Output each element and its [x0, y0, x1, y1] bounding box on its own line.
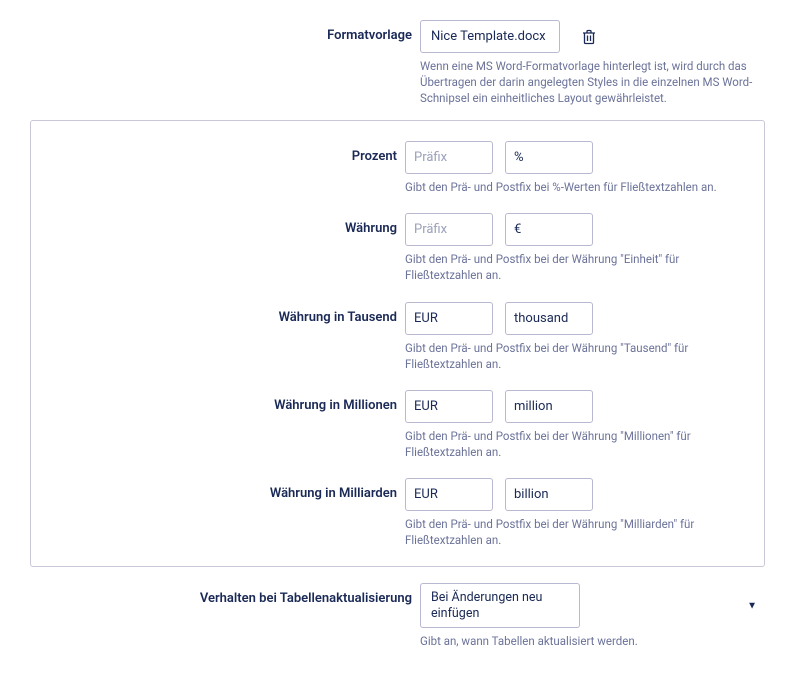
currency-billion-prefix-input[interactable]	[405, 478, 493, 511]
currency-billion-postfix-input[interactable]	[505, 478, 593, 511]
percent-prefix-input[interactable]	[405, 141, 493, 174]
template-help: Wenn eine MS Word-Formatvorlage hinterle…	[420, 58, 760, 106]
currency-million-label: Währung in Millionen	[31, 390, 405, 413]
currency-million-prefix-input[interactable]	[405, 390, 493, 423]
currency-postfix-input[interactable]	[505, 213, 593, 246]
currency-million-help: Gibt den Prä- und Postfix bei der Währun…	[405, 428, 745, 460]
currency-prefix-input[interactable]	[405, 213, 493, 246]
percent-label: Prozent	[31, 141, 405, 164]
table-update-help: Gibt an, wann Tabellen aktualisiert werd…	[420, 633, 760, 649]
currency-format-group: Prozent Gibt den Prä- und Postfix bei %-…	[30, 120, 765, 567]
percent-postfix-input[interactable]	[505, 141, 593, 174]
currency-thousand-label: Währung in Tausend	[31, 302, 405, 325]
currency-label: Währung	[31, 213, 405, 236]
chevron-down-icon: ▼	[747, 600, 757, 611]
template-label: Formatvorlage	[30, 20, 420, 43]
currency-thousand-prefix-input[interactable]	[405, 302, 493, 335]
currency-thousand-postfix-input[interactable]	[505, 302, 593, 335]
currency-million-postfix-input[interactable]	[505, 390, 593, 423]
currency-thousand-help: Gibt den Prä- und Postfix bei der Währun…	[405, 340, 745, 372]
table-update-label: Verhalten bei Tabellenaktualisierung	[30, 583, 420, 606]
percent-help: Gibt den Prä- und Postfix bei %-Werten f…	[405, 179, 745, 195]
currency-billion-label: Währung in Milliarden	[31, 478, 405, 501]
currency-help: Gibt den Prä- und Postfix bei der Währun…	[405, 251, 745, 283]
currency-billion-help: Gibt den Prä- und Postfix bei der Währun…	[405, 516, 745, 548]
trash-icon[interactable]	[582, 29, 596, 45]
table-update-select[interactable]: Bei Änderungen neu einfügen	[420, 583, 580, 628]
template-file-display[interactable]: Nice Template.docx	[420, 20, 560, 53]
